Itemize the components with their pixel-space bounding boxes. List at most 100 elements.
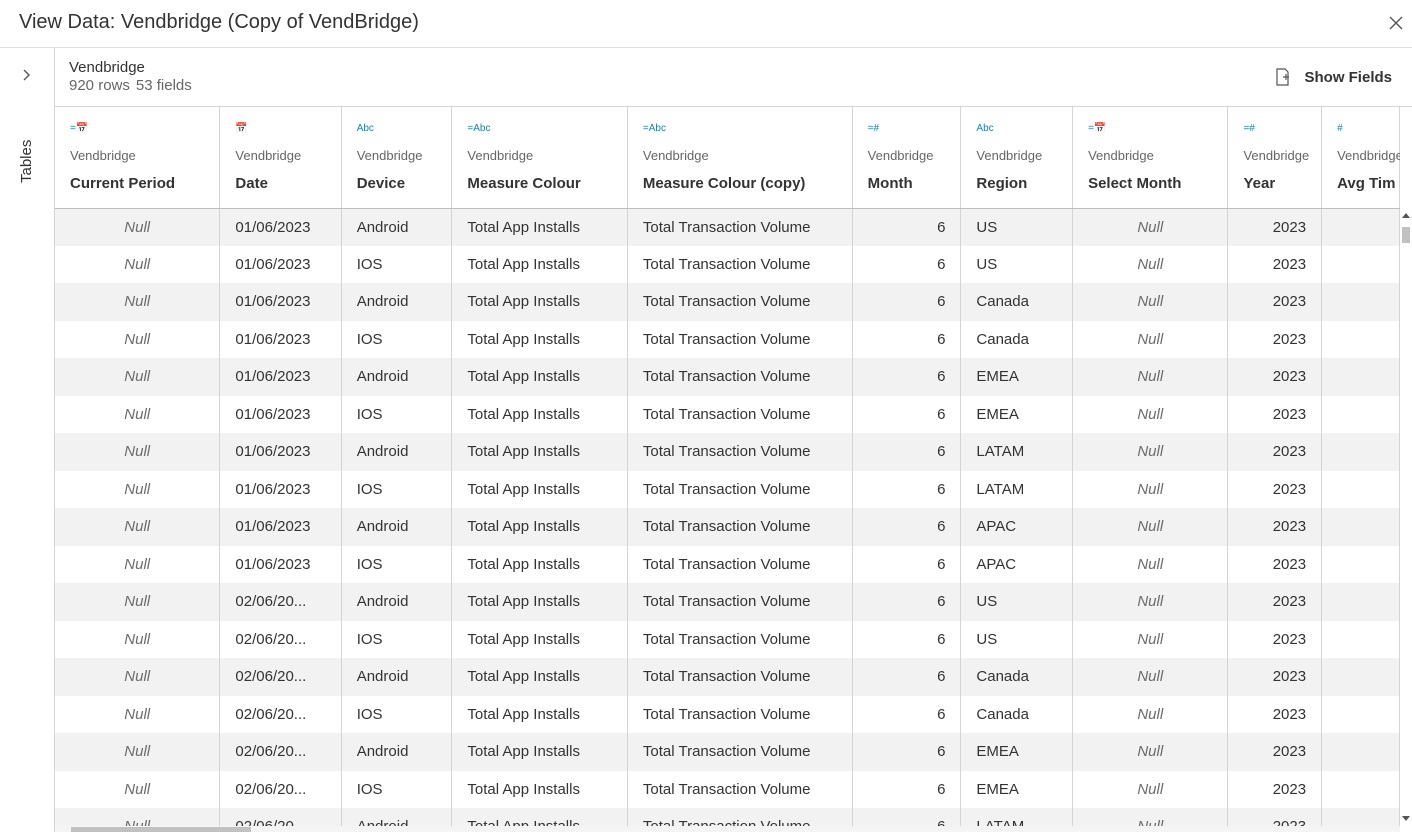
table-cell: 01/06/2023 bbox=[219, 283, 342, 321]
table-cell: 6 bbox=[852, 470, 962, 508]
datasource-info-bar: Vendbridge 920 rows 53 fields Show Fields bbox=[55, 48, 1412, 107]
table-cell: Total App Installs bbox=[451, 733, 628, 771]
table-cell: Total Transaction Volume bbox=[627, 320, 853, 358]
table-cell: Total App Installs bbox=[451, 658, 628, 696]
column-header[interactable]: =📅 Vendbridge Current Period bbox=[55, 107, 221, 209]
datasource-name: Vendbridge bbox=[69, 59, 145, 76]
column-header[interactable]: Abc Vendbridge Region bbox=[960, 107, 1074, 209]
column-header[interactable]: =# Vendbridge Year bbox=[1227, 107, 1323, 209]
table-cell: Null bbox=[55, 808, 221, 827]
table-cell: Android bbox=[341, 283, 453, 321]
table-row[interactable]: Null 01/06/2023 IOS Total App Installs Total… bbox=[55, 320, 1400, 358]
table-cell bbox=[1321, 545, 1400, 583]
table-row[interactable]: Null 01/06/2023 IOS Total App Installs Total… bbox=[55, 470, 1400, 508]
table-row[interactable]: Null 02/06/20... IOS Total App Installs Tota… bbox=[55, 695, 1400, 733]
table-row[interactable]: Null 01/06/2023 IOS Total App Installs Total… bbox=[55, 545, 1400, 583]
table-cell: Total App Installs bbox=[451, 508, 628, 546]
column-name: Avg Tim bbox=[1337, 175, 1396, 192]
table-cell: Null bbox=[55, 283, 221, 321]
table-cell bbox=[1321, 208, 1400, 246]
table-cell: 01/06/2023 bbox=[219, 208, 342, 246]
table-cell: Null bbox=[1072, 658, 1229, 696]
table-cell bbox=[1321, 433, 1400, 471]
column-header[interactable]: 📅 Vendbridge Date bbox=[219, 107, 342, 209]
table-cell: LATAM bbox=[960, 470, 1074, 508]
table-cell: Total App Installs bbox=[451, 208, 628, 246]
table-row[interactable]: Null 02/06/20... Android Total App Installs… bbox=[55, 583, 1400, 621]
horizontal-scrollbar[interactable] bbox=[55, 826, 1400, 832]
scroll-thumb[interactable] bbox=[1402, 227, 1410, 243]
table-row[interactable]: Null 01/06/2023 Android Total App Installs T… bbox=[55, 508, 1400, 546]
column-name: Measure Colour bbox=[467, 175, 581, 192]
show-fields-button[interactable]: Show Fields bbox=[1274, 68, 1392, 86]
column-header[interactable]: =Abc Vendbridge Measure Colour bbox=[451, 107, 628, 209]
table-row[interactable]: Null 01/06/2023 Android Total App Installs T… bbox=[55, 208, 1400, 246]
table-row[interactable]: Null 01/06/2023 Android Total App Installs T… bbox=[55, 433, 1400, 471]
table-row[interactable]: Null 02/06/20... Android Total App Installs… bbox=[55, 733, 1400, 771]
table-cell: Total App Installs bbox=[451, 770, 628, 808]
column-header[interactable]: =# Vendbridge Month bbox=[852, 107, 962, 209]
table-row[interactable]: Null 01/06/2023 Android Total App Installs T… bbox=[55, 283, 1400, 321]
table-row[interactable]: Null 02/06/20... Android Total App Installs… bbox=[55, 658, 1400, 696]
table-cell: 6 bbox=[852, 583, 962, 621]
table-cell: Total Transaction Volume bbox=[627, 620, 853, 658]
field-type-icon: =📅 bbox=[70, 123, 89, 134]
field-type-icon: =Abc bbox=[467, 123, 491, 134]
field-type-icon: =# bbox=[867, 123, 880, 134]
table-cell: APAC bbox=[960, 508, 1074, 546]
table-cell: Total Transaction Volume bbox=[627, 508, 853, 546]
table-cell bbox=[1321, 658, 1400, 696]
tables-tab[interactable]: Tables bbox=[18, 140, 35, 183]
table-cell: Null bbox=[1072, 245, 1229, 283]
column-header[interactable]: # Vendbridge Avg Tim bbox=[1321, 107, 1400, 209]
table-cell: EMEA bbox=[960, 358, 1074, 396]
table-cell: 01/06/2023 bbox=[219, 358, 342, 396]
data-grid[interactable]: =📅 Vendbridge Current Period 📅 Vendbridge Dat… bbox=[55, 107, 1400, 827]
table-cell: Canada bbox=[960, 658, 1074, 696]
table-cell: Total Transaction Volume bbox=[627, 208, 853, 246]
table-cell: 2023 bbox=[1227, 545, 1323, 583]
table-cell bbox=[1321, 470, 1400, 508]
window-title: View Data: Vendbridge (Copy of VendBridg… bbox=[19, 11, 419, 33]
table-row[interactable]: Null 01/06/2023 IOS Total App Installs Total… bbox=[55, 245, 1400, 283]
table-cell: Null bbox=[55, 358, 221, 396]
table-cell: Null bbox=[55, 583, 221, 621]
table-cell: Total Transaction Volume bbox=[627, 433, 853, 471]
table-cell: 2023 bbox=[1227, 658, 1323, 696]
table-cell: Total Transaction Volume bbox=[627, 283, 853, 321]
table-row[interactable]: Null 02/06/20... IOS Total App Installs Tota… bbox=[55, 620, 1400, 658]
table-row[interactable]: Null 01/06/2023 IOS Total App Installs Total… bbox=[55, 395, 1400, 433]
tables-sidebar: Tables bbox=[0, 48, 55, 832]
scroll-up-icon[interactable] bbox=[1402, 213, 1410, 218]
table-cell: Total App Installs bbox=[451, 433, 628, 471]
close-icon[interactable] bbox=[1384, 12, 1408, 34]
table-cell: Null bbox=[55, 508, 221, 546]
table-cell bbox=[1321, 283, 1400, 321]
column-header[interactable]: Abc Vendbridge Device bbox=[341, 107, 453, 209]
datasource-meta: 920 rows 53 fields bbox=[69, 77, 192, 94]
table-cell: IOS bbox=[341, 545, 453, 583]
table-cell: Android bbox=[341, 808, 453, 827]
table-cell bbox=[1321, 583, 1400, 621]
table-cell: Total App Installs bbox=[451, 620, 628, 658]
table-row[interactable]: Null 02/06/20... IOS Total App Installs Tota… bbox=[55, 770, 1400, 808]
show-fields-label: Show Fields bbox=[1304, 68, 1392, 86]
vertical-scrollbar[interactable] bbox=[1400, 209, 1412, 827]
table-cell: Total App Installs bbox=[451, 808, 628, 827]
table-cell: 2023 bbox=[1227, 583, 1323, 621]
scroll-down-icon[interactable] bbox=[1402, 816, 1410, 821]
hscroll-thumb[interactable] bbox=[71, 827, 251, 832]
table-row[interactable]: Null 02/06/20... Android Total App Installs… bbox=[55, 808, 1400, 827]
table-cell: 2023 bbox=[1227, 320, 1323, 358]
expand-chevron-icon[interactable] bbox=[19, 68, 33, 87]
table-cell: EMEA bbox=[960, 395, 1074, 433]
field-type-icon: Abc bbox=[356, 123, 374, 134]
field-type-icon: =# bbox=[1243, 123, 1255, 134]
table-cell bbox=[1321, 358, 1400, 396]
column-header[interactable]: =Abc Vendbridge Measure Colour (copy) bbox=[627, 107, 853, 209]
table-row[interactable]: Null 01/06/2023 Android Total App Installs T… bbox=[55, 358, 1400, 396]
table-cell: 02/06/20... bbox=[219, 733, 342, 771]
table-cell bbox=[1321, 770, 1400, 808]
table-cell: Null bbox=[55, 658, 221, 696]
column-header[interactable]: =📅 Vendbridge Select Month bbox=[1072, 107, 1229, 209]
